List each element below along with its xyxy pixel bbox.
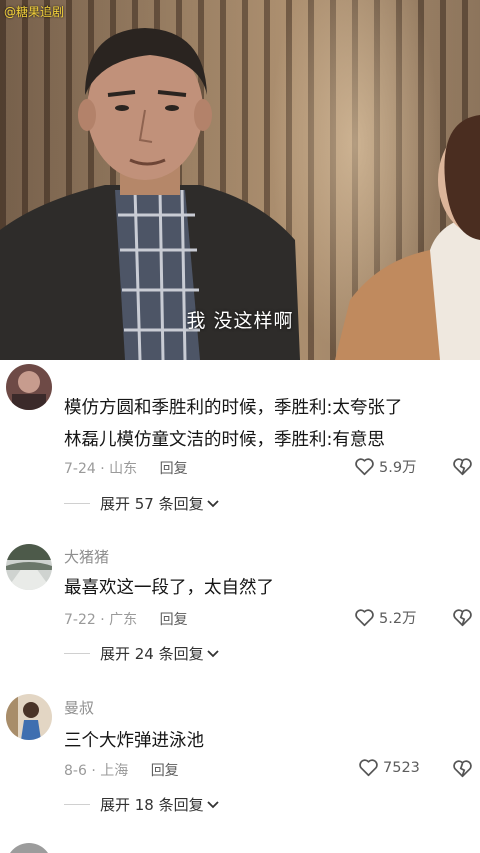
reply-button[interactable]: 回复 bbox=[151, 763, 179, 779]
chevron-down-icon bbox=[206, 499, 219, 507]
comment-location: 广东 bbox=[109, 612, 138, 628]
comment-date: 8-6 bbox=[64, 763, 87, 779]
comment-date: 7-24 bbox=[64, 461, 96, 477]
expand-divider bbox=[64, 804, 90, 805]
broken-heart-icon[interactable] bbox=[452, 457, 473, 476]
like-button[interactable]: 5.2万 bbox=[354, 607, 417, 628]
comment-username[interactable]: 大猪猪 bbox=[64, 546, 109, 567]
expand-divider bbox=[64, 653, 90, 654]
broken-heart-icon[interactable] bbox=[452, 608, 473, 627]
comment-location: 上海 bbox=[100, 763, 129, 779]
expand-replies-button[interactable]: 展开 18 条回复 bbox=[64, 794, 219, 815]
meta-dot: · bbox=[100, 461, 105, 477]
comment-username[interactable]: 曼叔 bbox=[64, 697, 94, 718]
comment-text-line: 最喜欢这一段了，太自然了 bbox=[64, 578, 274, 598]
expand-divider bbox=[64, 503, 90, 504]
reply-button[interactable]: 回复 bbox=[160, 612, 188, 628]
avatar[interactable] bbox=[6, 694, 52, 740]
channel-watermark: @糖果追剧 bbox=[4, 5, 65, 19]
comment-text-line: 林磊儿模仿童文洁的时候，季胜利:有意思 bbox=[64, 430, 385, 450]
expand-replies-button[interactable]: 展开 24 条回复 bbox=[64, 643, 219, 664]
comment-meta: 7-22 · 广东 回复 bbox=[64, 609, 188, 629]
reply-button[interactable]: 回复 bbox=[160, 461, 188, 477]
comment-date: 7-22 bbox=[64, 612, 96, 628]
avatar[interactable] bbox=[6, 544, 52, 590]
heart-outline-icon bbox=[359, 759, 378, 777]
avatar[interactable] bbox=[6, 843, 52, 853]
meta-dot: · bbox=[100, 612, 105, 628]
chevron-down-icon bbox=[206, 800, 219, 808]
comment-meta: 8-6 · 上海 回复 bbox=[64, 760, 179, 780]
broken-heart-icon[interactable] bbox=[452, 759, 473, 778]
heart-outline-icon bbox=[355, 609, 374, 627]
comment-location: 山东 bbox=[109, 461, 138, 477]
chevron-down-icon bbox=[206, 649, 219, 657]
expand-replies-button[interactable]: 展开 57 条回复 bbox=[64, 493, 219, 514]
expand-replies-label: 展开 57 条回复 bbox=[100, 495, 204, 513]
like-count: 5.9万 bbox=[379, 460, 417, 476]
video-subtitle: 我 没这样啊 bbox=[186, 310, 294, 332]
video-frame[interactable]: @糖果追剧 我 没这样啊 bbox=[0, 0, 480, 360]
avatar[interactable] bbox=[6, 364, 52, 410]
comment-text-line: 三个大炸弹进泳池 bbox=[64, 731, 204, 751]
like-button[interactable]: 7523 bbox=[358, 758, 420, 777]
heart-outline-icon bbox=[355, 458, 374, 476]
comment-text-line: 模仿方圆和季胜利的时候，季胜利:太夸张了 bbox=[64, 398, 403, 418]
expand-replies-label: 展开 18 条回复 bbox=[100, 796, 204, 814]
meta-dot: · bbox=[91, 763, 96, 779]
like-count: 5.2万 bbox=[379, 611, 417, 627]
like-count: 7523 bbox=[383, 759, 420, 776]
expand-replies-label: 展开 24 条回复 bbox=[100, 645, 204, 663]
comment-meta: 7-24 · 山东 回复 bbox=[64, 458, 188, 478]
like-button[interactable]: 5.9万 bbox=[354, 456, 417, 477]
